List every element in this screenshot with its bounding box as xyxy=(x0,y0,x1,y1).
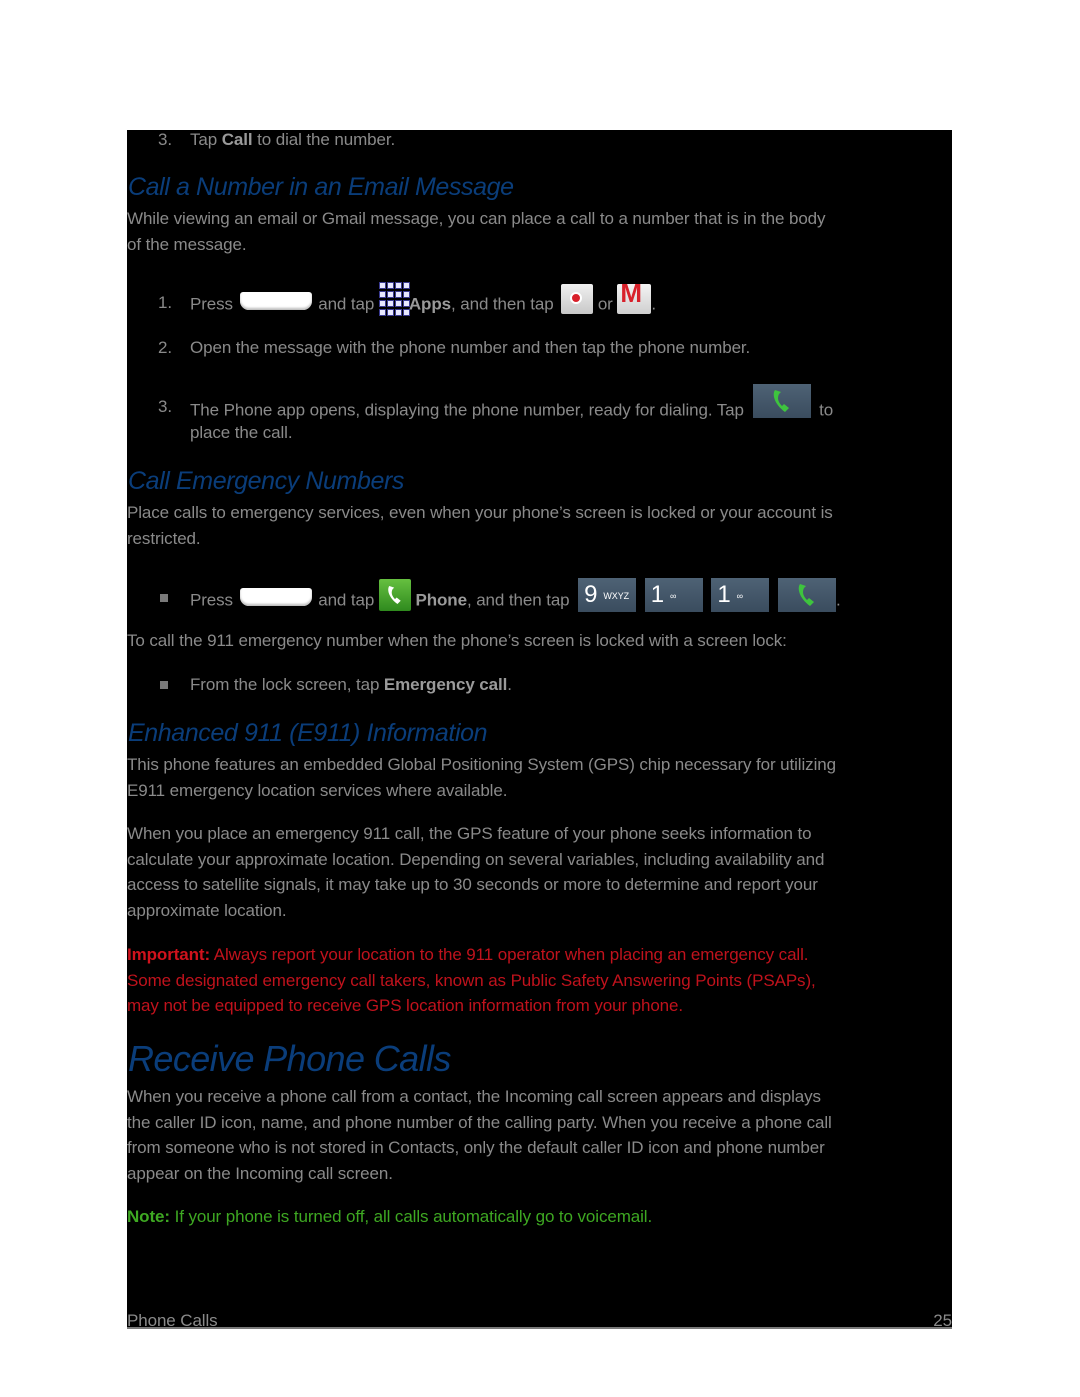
note-text: If your phone is turned off, all calls a… xyxy=(169,1207,653,1226)
home-key-icon xyxy=(239,588,312,606)
important-callout: Important: Always report your location t… xyxy=(127,942,816,1019)
key-1-icon: 1 ∞ xyxy=(644,578,703,612)
emergency-intro-line2: restricted. xyxy=(127,528,201,548)
gmail-app-icon: M xyxy=(617,280,652,314)
receive-line: from someone who is not stored in Contac… xyxy=(127,1138,825,1157)
receive-line: When you receive a phone call from a con… xyxy=(127,1087,821,1106)
note-callout: Note: If your phone is turned off, all c… xyxy=(127,1204,652,1230)
call-button-icon xyxy=(778,578,837,612)
voicemail-glyph: ∞ xyxy=(670,590,677,601)
and-tap-text: and tap xyxy=(318,294,375,314)
important-label: Important: xyxy=(127,945,211,964)
e911-p1-line1: This phone features an embedded Global P… xyxy=(127,755,836,774)
press-text: Press xyxy=(190,590,233,610)
e911-p2-line: When you place an emergency 911 call, th… xyxy=(127,824,812,843)
email-step-1: 1. Press and tap Apps, and then tap or M… xyxy=(127,280,952,322)
step-number: 1. xyxy=(158,293,172,312)
lock-intro: To call the 911 emergency number when th… xyxy=(127,631,787,650)
e911-p2-line: approximate location. xyxy=(127,900,287,920)
step-text: The Phone app opens, displaying the phon… xyxy=(190,400,744,420)
e911-p2-line: calculate your approximate location. Dep… xyxy=(127,849,825,869)
e911-p1-line2: E911 emergency location services where a… xyxy=(127,780,508,800)
footer-divider xyxy=(127,1327,952,1329)
or-text: or xyxy=(597,294,613,314)
key-1-icon: 1 ∞ xyxy=(711,578,770,612)
call-button-icon xyxy=(752,384,811,418)
email-intro-line1: While viewing an email or Gmail message,… xyxy=(127,209,826,228)
step-text: Tap xyxy=(190,130,222,149)
step-text-line2: place the call. xyxy=(190,423,293,442)
step-text: Open the message with the phone number a… xyxy=(190,338,751,357)
step-text-suffix: to dial the number. xyxy=(252,130,396,149)
email-app-icon xyxy=(561,284,594,314)
e911-p1: This phone features an embedded Global P… xyxy=(127,752,836,803)
key-letters: WXYZ xyxy=(603,590,630,601)
heading-receive-phone-calls: Receive Phone Calls xyxy=(128,1038,451,1079)
period: . xyxy=(651,294,656,314)
phone-app-icon xyxy=(378,579,411,611)
emergency-bullet-1: Press and tap Phone, and then tap 9 WXYZ … xyxy=(127,570,952,612)
key-digit: 9 xyxy=(584,581,598,608)
period: . xyxy=(507,675,512,694)
heading-call-number-email: Call a Number in an Email Message xyxy=(128,173,514,201)
important-line: Always report your location to the 911 o… xyxy=(210,945,809,964)
then-tap-text: , and then tap xyxy=(466,590,570,610)
bullet-icon xyxy=(160,594,168,602)
and-tap-text: and tap xyxy=(318,590,375,610)
email-intro-line2: of the message. xyxy=(127,234,247,254)
then-tap-text: , and then tap xyxy=(450,294,554,314)
receive-line: appear on the Incoming call screen. xyxy=(127,1163,393,1183)
press-text: Press xyxy=(190,294,233,314)
bullet-text: From the lock screen, tap xyxy=(190,675,384,694)
home-key-icon xyxy=(239,292,312,310)
apps-label: Apps xyxy=(408,294,451,314)
step-number: 2. xyxy=(158,338,172,357)
phone-label: Phone xyxy=(415,590,468,610)
bullet-icon xyxy=(160,681,168,689)
step-number: 3. xyxy=(158,130,172,149)
footer-section-name: Phone Calls xyxy=(127,1311,218,1330)
apps-grid-icon xyxy=(378,282,410,316)
footer-page-number: 25 xyxy=(933,1311,952,1330)
emergency-call-label: Emergency call xyxy=(383,675,508,694)
important-line: may not be equipped to receive GPS locat… xyxy=(127,996,684,1015)
heading-call-emergency: Call Emergency Numbers xyxy=(128,467,405,495)
step-number: 3. xyxy=(158,397,172,416)
call-label: Call xyxy=(221,130,253,149)
receive-line: the caller ID icon, name, and phone numb… xyxy=(127,1112,832,1132)
e911-p2-line: access to satellite signals, it may take… xyxy=(127,875,818,894)
key-digit: 1 xyxy=(650,581,665,608)
period: . xyxy=(836,590,841,610)
email-step-3: 3. The Phone app opens, displaying the p… xyxy=(127,380,952,442)
document-page: 3. Tap Call to dial the number. Call a N… xyxy=(127,130,952,1330)
key-9-icon: 9 WXYZ xyxy=(578,578,637,612)
emergency-intro-line1: Place calls to emergency services, even … xyxy=(127,503,833,522)
email-intro: While viewing an email or Gmail message,… xyxy=(127,206,826,257)
note-label: Note: xyxy=(127,1207,170,1226)
important-line: Some designated emergency call takers, k… xyxy=(127,970,816,990)
voicemail-glyph: ∞ xyxy=(736,590,743,601)
key-digit: 1 xyxy=(717,581,731,608)
heading-e911: Enhanced 911 (E911) Information xyxy=(128,719,488,747)
e911-p2: When you place an emergency 911 call, th… xyxy=(127,821,824,923)
to-text: to xyxy=(819,400,834,420)
emergency-intro: Place calls to emergency services, even … xyxy=(127,500,833,551)
receive-paragraph: When you receive a phone call from a con… xyxy=(127,1084,832,1186)
